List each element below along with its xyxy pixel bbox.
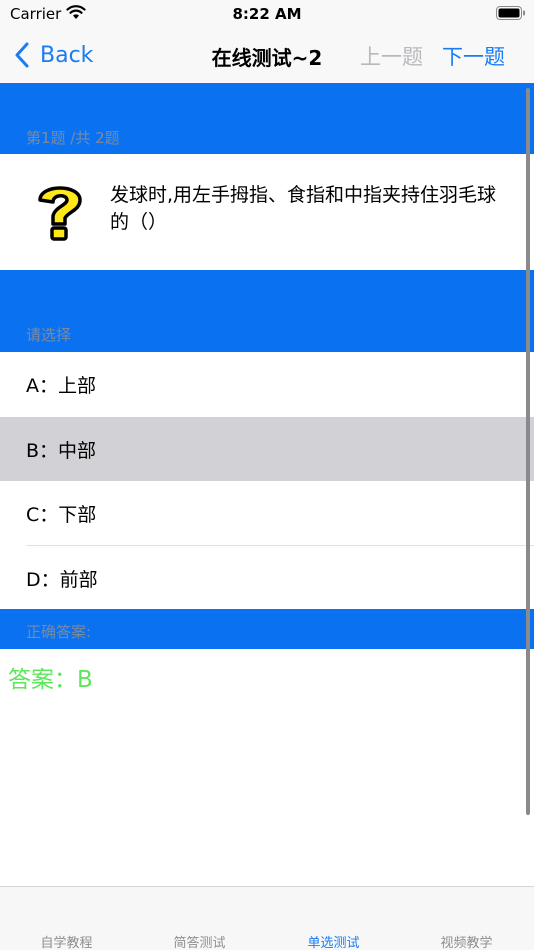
battery-icon bbox=[496, 6, 525, 20]
answer-header: 正确答案: bbox=[0, 609, 534, 649]
option-a[interactable]: A：上部 bbox=[0, 352, 534, 416]
screen: Carrier 8:22 AM Back 在线测试~2 上一题 下一题 第1题 … bbox=[0, 0, 534, 950]
answer-header-label: 正确答案: bbox=[26, 623, 92, 641]
scroll-indicator[interactable] bbox=[526, 88, 530, 815]
status-bar: Carrier 8:22 AM bbox=[0, 0, 534, 28]
back-label: Back bbox=[40, 42, 94, 68]
choose-header: 请选择 bbox=[0, 270, 534, 352]
next-question-button[interactable]: 下一题 bbox=[442, 41, 505, 71]
question-row: 发球时,用左手拇指、食指和中指夹持住羽毛球的（） bbox=[0, 154, 534, 270]
previous-question-button[interactable]: 上一题 bbox=[360, 41, 423, 71]
tab-single-choice-test[interactable]: 单选测试 bbox=[267, 932, 400, 950]
option-d[interactable]: D：前部 bbox=[0, 546, 534, 610]
status-time: 8:22 AM bbox=[232, 5, 302, 23]
question-text: 发球时,用左手拇指、食指和中指夹持住羽毛球的（） bbox=[110, 184, 497, 233]
tab-video-lessons[interactable]: 视频教学 bbox=[400, 932, 533, 950]
question-counter: 第1题 /共 2题 bbox=[26, 129, 120, 147]
chevron-left-icon bbox=[15, 42, 29, 68]
tab-short-answer-test[interactable]: 简答测试 bbox=[133, 932, 266, 950]
navigation-bar: Back 在线测试~2 上一题 下一题 bbox=[0, 28, 534, 83]
question-counter-header: 第1题 /共 2题 bbox=[0, 83, 534, 154]
tab-self-study[interactable]: 自学教程 bbox=[0, 932, 133, 950]
tab-bar: 自学教程 简答测试 单选测试 视频教学 bbox=[0, 886, 534, 950]
option-b-label: B：中部 bbox=[26, 440, 97, 462]
option-b[interactable]: B：中部 bbox=[0, 417, 534, 481]
option-a-label: A：上部 bbox=[26, 375, 96, 397]
option-d-label: D：前部 bbox=[26, 569, 98, 591]
choose-label: 请选择 bbox=[26, 326, 72, 344]
question-mark-icon bbox=[38, 186, 82, 241]
correct-answer: 答案：B bbox=[8, 667, 93, 693]
option-c[interactable]: C：下部 bbox=[0, 481, 534, 545]
back-button[interactable]: Back bbox=[14, 40, 93, 70]
option-c-label: C：下部 bbox=[26, 504, 97, 526]
